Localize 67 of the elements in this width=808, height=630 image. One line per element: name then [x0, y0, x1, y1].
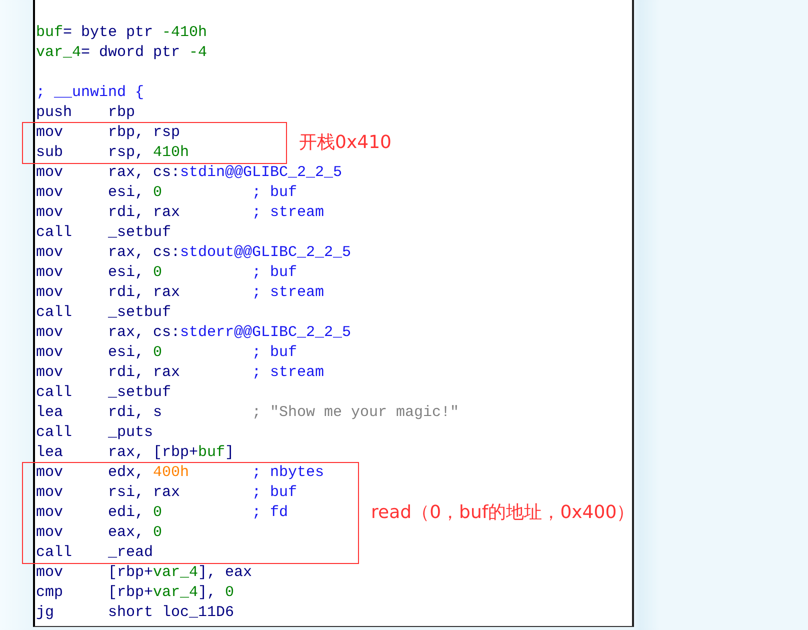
operands: rax, cs:stdout@@GLIBC_2_2_5	[108, 243, 352, 263]
operands: _puts	[108, 423, 154, 443]
comment: ; buf	[252, 343, 298, 363]
annotation-note: read（0，buf的地址，0x400）	[371, 501, 635, 525]
mnemonic: mov	[36, 503, 64, 523]
mnemonic: sub	[36, 143, 64, 163]
mnemonic: call	[36, 223, 74, 243]
mnemonic: call	[36, 423, 74, 443]
operands: rdi, rax	[108, 203, 182, 223]
operands: rbp, rsp	[108, 123, 182, 143]
operands: _setbuf	[108, 223, 172, 243]
comment: ; buf	[252, 263, 298, 283]
mnemonic: cmp	[36, 583, 64, 603]
operands: esi, 0	[108, 183, 164, 203]
mnemonic: mov	[36, 123, 64, 143]
annotation-note: 开栈0x410	[299, 131, 392, 155]
operands: eax, 0	[108, 523, 164, 543]
comment: ; nbytes	[252, 463, 324, 483]
operands: rax, cs:stdin@@GLIBC_2_2_5	[108, 163, 342, 183]
operands: rax, [rbp+buf]	[108, 443, 236, 463]
operands: _read	[108, 543, 154, 563]
mnemonic: lea	[36, 443, 64, 463]
mnemonic: mov	[36, 483, 64, 503]
operands: esi, 0	[108, 343, 164, 363]
mnemonic: mov	[36, 523, 64, 543]
mnemonic: mov	[36, 243, 64, 263]
operands: rdi, rax	[108, 283, 182, 303]
comment: ; stream	[252, 203, 324, 223]
mnemonic: push	[36, 103, 74, 123]
mnemonic: mov	[36, 183, 64, 203]
mnemonic: mov	[36, 203, 64, 223]
mnemonic: mov	[36, 463, 64, 483]
operands: rsp, 410h	[108, 143, 190, 163]
mnemonic: jg	[36, 603, 56, 623]
comment: ; "Show me your magic!"	[252, 403, 460, 423]
comment: ; buf	[252, 183, 298, 203]
operands: [rbp+var_4], eax	[108, 563, 252, 583]
operands: rdi, s	[108, 403, 164, 423]
mnemonic: mov	[36, 163, 64, 183]
comment: ; stream	[252, 363, 324, 383]
mnemonic: lea	[36, 403, 64, 423]
operands: _setbuf	[108, 383, 172, 403]
operands: edi, 0	[108, 503, 164, 523]
mnemonic: call	[36, 543, 74, 563]
operands: rsi, rax	[108, 483, 182, 503]
mnemonic: mov	[36, 363, 64, 383]
operands: rdi, rax	[108, 363, 182, 383]
mnemonic: mov	[36, 263, 64, 283]
comment: ; buf	[252, 483, 298, 503]
operands: esi, 0	[108, 263, 164, 283]
operands: _setbuf	[108, 303, 172, 323]
operands: [rbp+var_4], 0	[108, 583, 236, 603]
comment: ; fd	[252, 503, 288, 523]
code-line: buf= byte ptr -410h	[36, 23, 208, 43]
mnemonic: mov	[36, 343, 64, 363]
mnemonic: mov	[36, 283, 64, 303]
operands: rbp	[108, 103, 136, 123]
operands: rax, cs:stderr@@GLIBC_2_2_5	[108, 323, 352, 343]
operands: edx, 400h	[108, 463, 190, 483]
operands: short loc_11D6	[108, 603, 236, 623]
mnemonic: mov	[36, 323, 64, 343]
comment: ; stream	[252, 283, 324, 303]
mnemonic: call	[36, 303, 74, 323]
code-line: var_4= dword ptr -4	[36, 43, 208, 63]
code-line: ; __unwind {	[36, 83, 144, 103]
mnemonic: call	[36, 383, 74, 403]
mnemonic: mov	[36, 563, 64, 583]
